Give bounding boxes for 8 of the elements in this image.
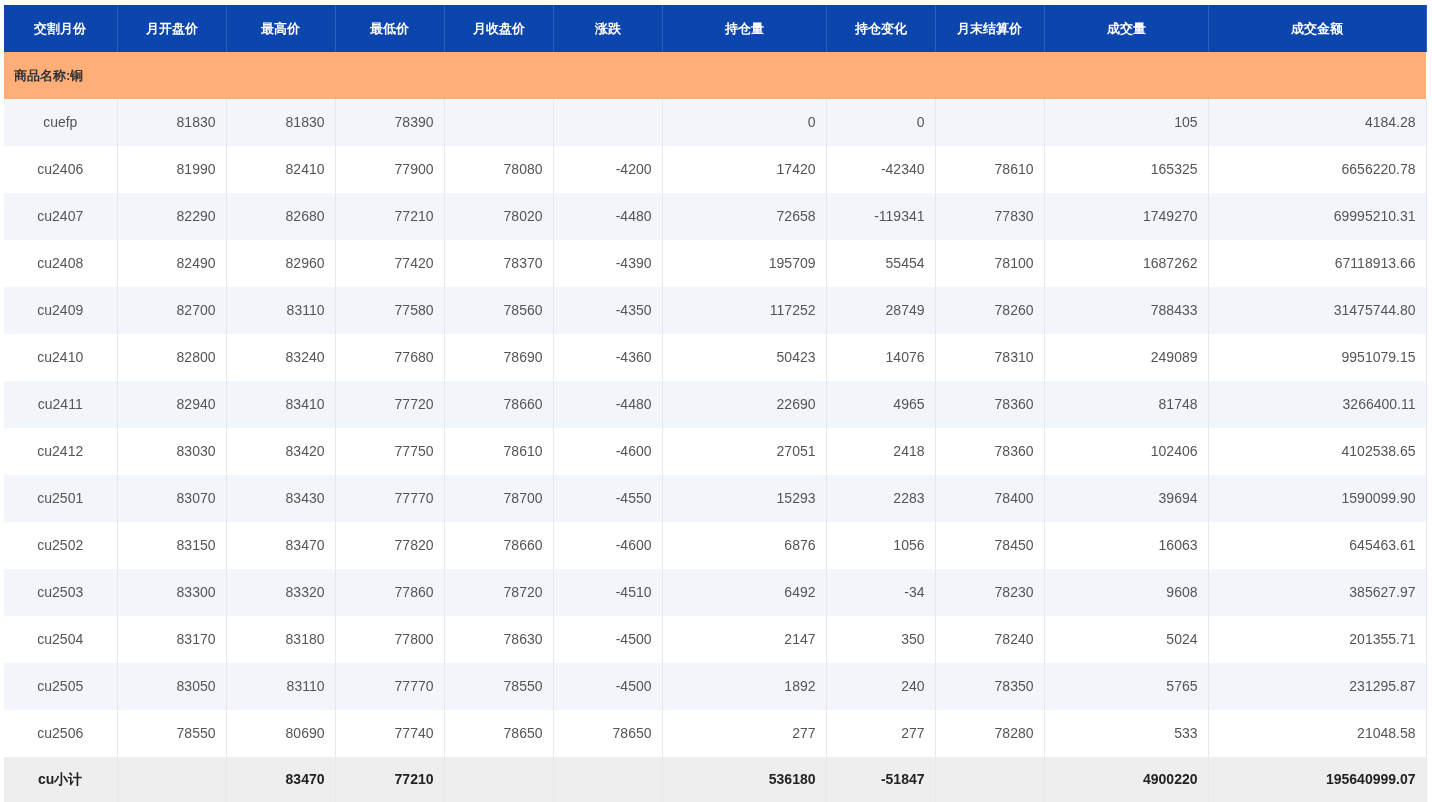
subtotal-cell: -51847 [826,757,935,802]
group-label: 商品名称:铜 [14,67,84,83]
subtotal-cell: 83470 [226,757,335,802]
subtotal-cell: 4900220 [1044,757,1208,802]
subtotal-cell: 195640999.07 [1208,757,1426,802]
subtotal-cell: cu小计 [4,757,117,802]
subtotal-cell: 536180 [662,757,826,802]
subtotal-cell: 77210 [335,757,444,802]
